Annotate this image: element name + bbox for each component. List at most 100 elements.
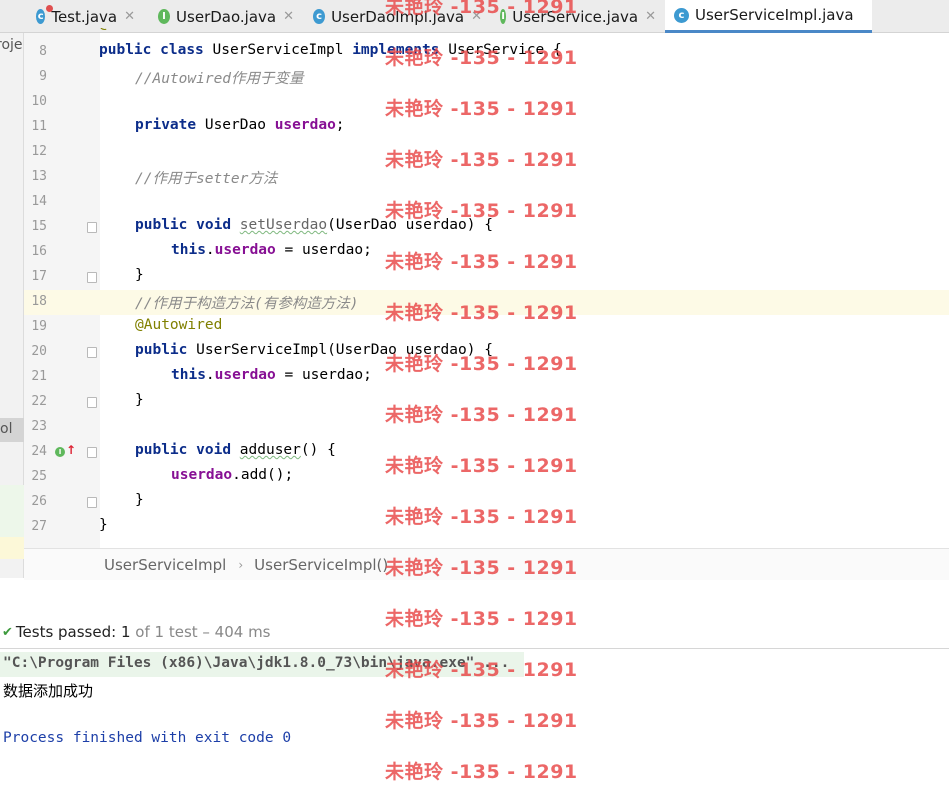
annotation: @Autowired: [135, 317, 223, 333]
line-number: 16: [31, 244, 47, 259]
code-line[interactable]: 23: [24, 415, 949, 440]
project-panel-label: roje: [0, 37, 23, 53]
code-comment: //作用于构造方法(有参构造方法): [135, 296, 359, 312]
code-text: }: [135, 392, 144, 408]
code-line[interactable]: 17 }: [24, 265, 949, 290]
line-number: 26: [31, 494, 47, 509]
fold-icon[interactable]: [87, 397, 97, 408]
run-console[interactable]: "C:\Program Files (x86)\Java\jdk1.8.0_73…: [0, 648, 949, 798]
code-line[interactable]: 15 public void setUserdao(UserDao userda…: [24, 215, 949, 240]
breadcrumb-class[interactable]: UserServiceImpl: [104, 556, 226, 574]
line-number: 25: [31, 469, 47, 484]
tests-passed-label: Tests passed:: [15, 623, 117, 641]
implements-method-icon[interactable]: I: [55, 447, 65, 457]
tab-label: UserDaoImpl.java: [331, 7, 465, 26]
code-text: userdao.add();: [171, 467, 294, 483]
code-line[interactable]: 8 public class UserServiceImpl implement…: [24, 40, 949, 65]
line-number: 20: [31, 344, 47, 359]
fold-icon[interactable]: [87, 347, 97, 358]
line-number: 8: [39, 44, 47, 59]
tab-label: UserDao.java: [176, 7, 277, 26]
code-line[interactable]: @Service: [24, 28, 949, 40]
code-line[interactable]: 9 //Autowired作用于变量: [24, 65, 949, 90]
code-comment: //作用于setter方法: [135, 171, 278, 187]
code-text: @Service: [99, 28, 169, 32]
line-number: 13: [31, 169, 47, 184]
line-number: 15: [31, 219, 47, 234]
code-line[interactable]: 14: [24, 190, 949, 215]
line-number: 11: [31, 119, 47, 134]
project-panel[interactable]: roje ol: [0, 33, 24, 578]
line-number: 22: [31, 394, 47, 409]
line-number: 27: [31, 519, 47, 534]
line-number: 24: [31, 444, 47, 459]
breadcrumb: UserServiceImpl › UserServiceImpl(): [24, 548, 949, 580]
arrow-up-icon[interactable]: ↑: [66, 443, 76, 457]
line-number: 9: [39, 69, 47, 84]
class-icon: c: [313, 9, 326, 24]
interface-icon: I: [158, 9, 171, 24]
console-output: 数据添加成功: [3, 682, 94, 700]
code-text: this.userdao = userdao;: [171, 242, 372, 258]
code-text: this.userdao = userdao;: [171, 367, 372, 383]
tests-total: of 1 test – 404 ms: [135, 623, 271, 641]
tests-passed-count: 1: [120, 623, 131, 641]
code-text: }: [99, 517, 108, 533]
close-icon[interactable]: ✕: [283, 9, 294, 24]
line-number: 18: [31, 294, 47, 309]
class-icon: c: [36, 9, 46, 24]
code-line[interactable]: 12: [24, 140, 949, 165]
code-text: public class UserServiceImpl implements …: [99, 42, 562, 58]
code-text: private UserDao userdao;: [135, 117, 345, 133]
code-line[interactable]: 24 I ↑ public void adduser() {: [24, 440, 949, 465]
code-text: }: [135, 492, 144, 508]
breadcrumb-method[interactable]: UserServiceImpl(): [254, 556, 388, 574]
check-icon: ✔: [2, 624, 13, 640]
test-status-bar: ✔ Tests passed: 1 of 1 test – 404 ms: [0, 617, 949, 647]
code-line[interactable]: 11 private UserDao userdao;: [24, 115, 949, 140]
tab-label: UserService.java: [512, 7, 639, 26]
line-number: 14: [31, 194, 47, 209]
line-number: 21: [31, 369, 47, 384]
project-panel-highlight: [0, 537, 24, 559]
close-icon[interactable]: ✕: [124, 9, 135, 24]
code-line[interactable]: 25 userdao.add();: [24, 465, 949, 490]
run-toolbar: [0, 580, 949, 616]
code-text: public void adduser() {: [135, 442, 336, 458]
line-number: 17: [31, 269, 47, 284]
line-number: 19: [31, 319, 47, 334]
code-line[interactable]: 21 this.userdao = userdao;: [24, 365, 949, 390]
code-text: public void setUserdao(UserDao userdao) …: [135, 217, 493, 233]
code-comment: //Autowired作用于变量: [135, 71, 304, 87]
project-panel-item[interactable]: ol: [0, 421, 12, 437]
fold-icon[interactable]: [87, 447, 97, 458]
code-line[interactable]: 10: [24, 90, 949, 115]
code-line[interactable]: 13 //作用于setter方法: [24, 165, 949, 190]
code-line[interactable]: 18 //作用于构造方法(有参构造方法): [24, 290, 949, 315]
chevron-right-icon: ›: [238, 557, 244, 572]
fold-icon[interactable]: [87, 497, 97, 508]
code-line[interactable]: 20 public UserServiceImpl(UserDao userda…: [24, 340, 949, 365]
tab-label: Test.java: [51, 7, 118, 26]
error-badge: [46, 5, 53, 12]
code-line[interactable]: 27 }: [24, 515, 949, 540]
code-line[interactable]: 26 }: [24, 490, 949, 515]
line-number: 10: [31, 94, 47, 109]
line-number: 23: [31, 419, 47, 434]
tab-label: UserServiceImpl.java: [695, 6, 854, 24]
close-icon[interactable]: ✕: [471, 9, 482, 24]
code-text: }: [135, 267, 144, 283]
interface-icon: I: [500, 9, 507, 24]
fold-icon[interactable]: [87, 222, 97, 233]
code-line[interactable]: 16 this.userdao = userdao;: [24, 240, 949, 265]
code-line[interactable]: 22 }: [24, 390, 949, 415]
console-exit-message: Process finished with exit code 0: [3, 730, 292, 746]
project-panel-highlight: [0, 485, 24, 541]
close-icon[interactable]: ✕: [645, 9, 656, 24]
console-command[interactable]: "C:\Program Files (x86)\Java\jdk1.8.0_73…: [3, 655, 509, 671]
code-text: public UserServiceImpl(UserDao userdao) …: [135, 342, 493, 358]
class-icon: c: [674, 7, 689, 23]
line-number: 12: [31, 144, 47, 159]
code-line[interactable]: 19 @Autowired: [24, 315, 949, 340]
fold-icon[interactable]: [87, 272, 97, 283]
